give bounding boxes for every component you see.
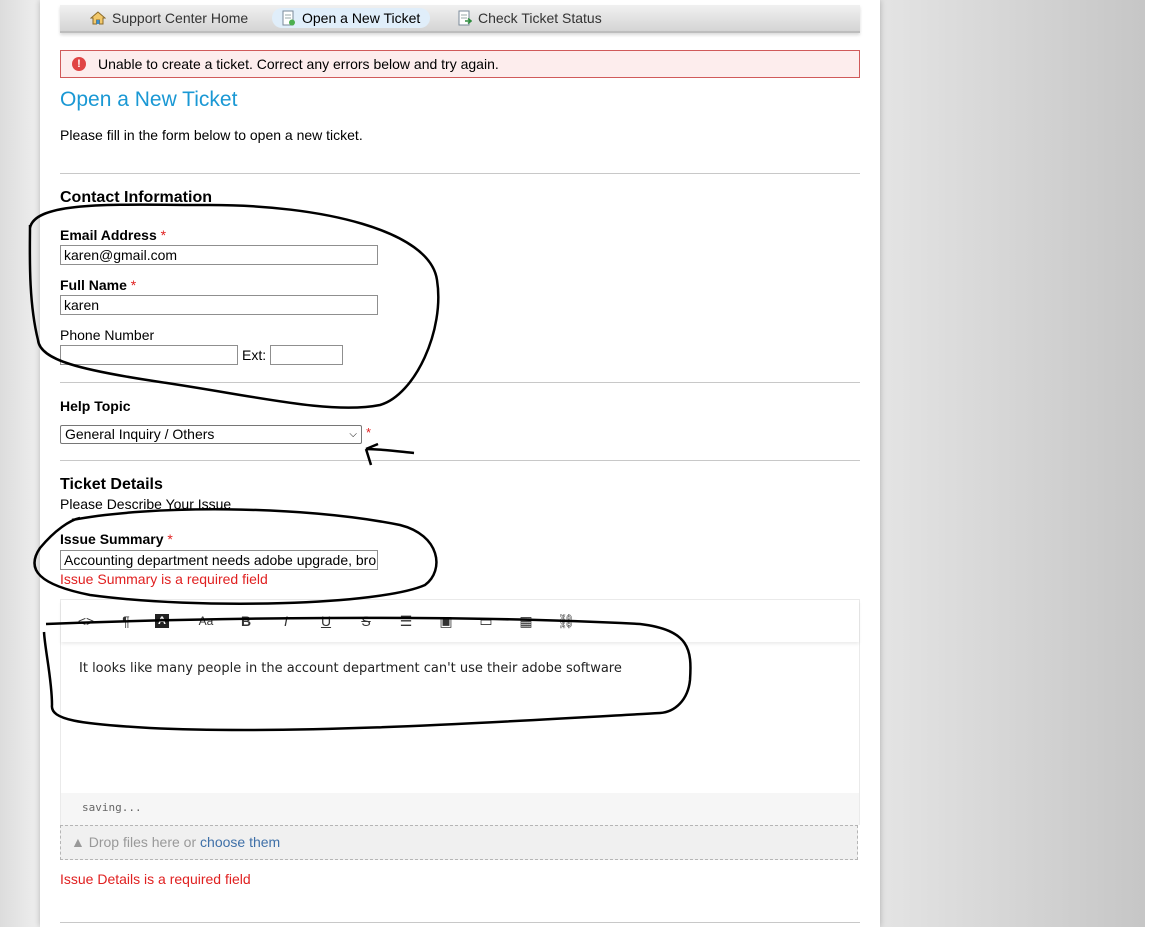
issue-details-error: Issue Details is a required field — [60, 871, 251, 887]
ticket-status-icon — [458, 10, 472, 26]
image-icon[interactable]: ▣ — [435, 612, 457, 630]
code-view-icon[interactable]: <> — [75, 612, 97, 630]
ticket-details-subtitle: Please Describe Your Issue — [60, 496, 232, 512]
strikethrough-icon[interactable]: S — [355, 612, 377, 630]
editor-status: saving... — [82, 801, 142, 814]
error-alert-text: Unable to create a ticket. Correct any e… — [98, 56, 499, 72]
help-topic-selected: General Inquiry / Others — [65, 426, 215, 442]
full-name-field[interactable]: karen — [60, 295, 378, 315]
editor-toolbar: <> ¶ A Aa B I U S ☰ ▣ ▭ ▦ ⛓ — [61, 600, 859, 642]
phone-label: Phone Number — [60, 327, 155, 343]
page-container: Support Center Home Open a New Ticket Ch… — [40, 0, 880, 927]
divider — [60, 922, 860, 923]
link-icon[interactable]: ⛓ — [555, 612, 577, 630]
issue-summary-field[interactable]: Accounting department needs adobe upgrad… — [60, 550, 378, 570]
intro-text: Please fill in the form below to open a … — [60, 127, 363, 143]
top-navigation: Support Center Home Open a New Ticket Ch… — [60, 5, 860, 33]
full-name-label-text: Full Name — [60, 277, 127, 293]
italic-icon[interactable]: I — [275, 612, 297, 630]
error-icon: ! — [72, 57, 86, 71]
new-ticket-icon — [282, 10, 295, 26]
page-title: Open a New Ticket — [60, 88, 238, 111]
required-marker: * — [160, 227, 167, 243]
error-alert: ! Unable to create a ticket. Correct any… — [60, 50, 860, 78]
editor-status-bar: saving... — [60, 793, 860, 825]
issue-summary-label: Issue Summary * — [60, 531, 173, 547]
email-field[interactable]: karen@gmail.com — [60, 245, 378, 265]
help-topic-select[interactable]: General Inquiry / Others ⌵ — [60, 425, 362, 444]
required-marker: * — [366, 425, 372, 440]
ext-label: Ext: — [242, 347, 267, 363]
video-icon[interactable]: ▭ — [475, 612, 497, 630]
nav-new-ticket-label: Open a New Ticket — [302, 10, 421, 26]
phone-field[interactable] — [60, 345, 238, 365]
home-icon — [90, 11, 106, 25]
format-icon[interactable]: A — [155, 614, 169, 628]
background-edge — [1145, 0, 1152, 927]
divider — [60, 460, 860, 461]
ext-field[interactable] — [270, 345, 343, 365]
file-dropzone[interactable]: ▲ Drop files here or choose them — [60, 825, 858, 860]
background-right — [880, 0, 1145, 927]
font-size-icon[interactable]: Aa — [195, 612, 217, 630]
editor-content[interactable]: It looks like many people in the account… — [79, 661, 622, 676]
background-left — [0, 0, 40, 927]
nav-check-ticket-status[interactable]: Check Ticket Status — [448, 8, 612, 28]
issue-summary-error: Issue Summary is a required field — [60, 571, 268, 587]
divider — [60, 173, 860, 174]
dropzone-text: Drop files here or — [88, 834, 201, 850]
email-label: Email Address * — [60, 227, 166, 243]
nav-status-label: Check Ticket Status — [478, 10, 602, 26]
bold-icon[interactable]: B — [235, 612, 257, 630]
list-icon[interactable]: ☰ — [395, 612, 417, 630]
paragraph-icon[interactable]: ¶ — [115, 612, 137, 630]
nav-home-label: Support Center Home — [112, 10, 249, 26]
email-label-text: Email Address — [60, 227, 157, 243]
chevron-down-icon: ⌵ — [349, 429, 357, 440]
divider — [60, 382, 860, 383]
required-marker: * — [130, 277, 137, 293]
table-icon[interactable]: ▦ — [515, 612, 537, 630]
help-topic-label: Help Topic — [60, 398, 131, 414]
nav-support-center-home[interactable]: Support Center Home — [82, 8, 258, 28]
required-marker: * — [167, 531, 173, 547]
upload-icon: ▲ — [71, 834, 85, 850]
rich-text-editor[interactable]: <> ¶ A Aa B I U S ☰ ▣ ▭ ▦ ⛓ It looks lik… — [60, 599, 860, 795]
choose-files-link[interactable]: choose them — [200, 834, 280, 850]
issue-summary-label-text: Issue Summary — [60, 531, 164, 547]
help-topic-label-text: Help Topic — [60, 398, 131, 414]
underline-icon[interactable]: U — [315, 612, 337, 630]
nav-open-new-ticket[interactable]: Open a New Ticket — [272, 8, 431, 28]
ticket-details-title: Ticket Details — [60, 476, 163, 493]
contact-section-title: Contact Information — [60, 189, 212, 206]
full-name-label: Full Name * — [60, 277, 136, 293]
